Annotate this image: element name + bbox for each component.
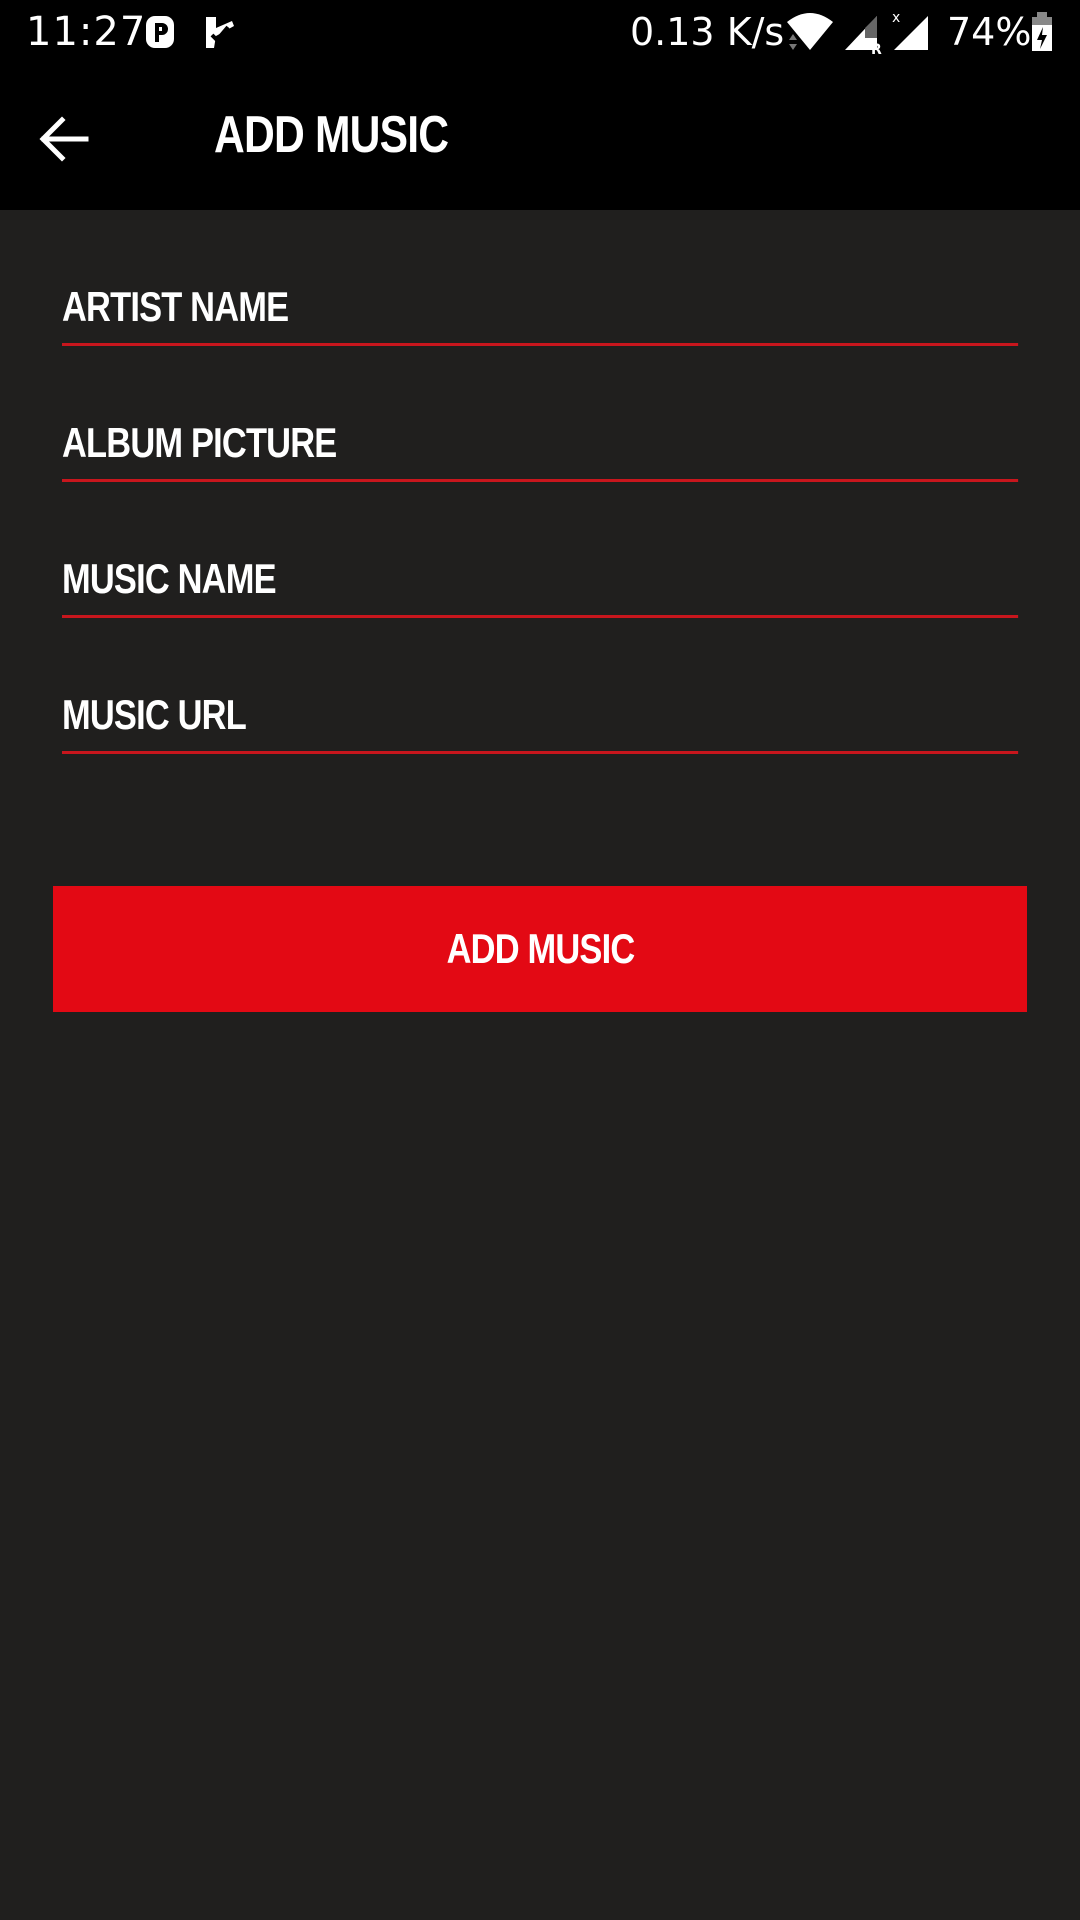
add-music-button[interactable]: ADD MUSIC bbox=[53, 886, 1027, 1012]
music-name-field bbox=[62, 482, 1019, 618]
artist-name-input[interactable] bbox=[62, 270, 1019, 346]
checkmark-app-icon bbox=[206, 17, 234, 48]
battery-percent: 74% bbox=[947, 10, 1032, 54]
parking-app-icon bbox=[146, 16, 174, 48]
album-picture-input[interactable] bbox=[62, 406, 1019, 482]
signal-roaming-icon: R bbox=[845, 16, 882, 54]
signal-no-data-icon: x bbox=[892, 10, 928, 50]
battery-charging-icon bbox=[1032, 12, 1052, 51]
page-title: ADD MUSIC bbox=[214, 106, 449, 164]
svg-text:x: x bbox=[892, 10, 900, 26]
add-music-button-label: ADD MUSIC bbox=[446, 925, 635, 972]
status-time: 11:27 bbox=[26, 9, 147, 55]
wifi-icon bbox=[787, 13, 833, 50]
svg-text:R: R bbox=[871, 42, 882, 54]
music-url-field bbox=[62, 618, 1019, 754]
album-picture-field bbox=[62, 346, 1019, 482]
status-bar: 11:27 0.13 K/s R x 74% bbox=[0, 0, 1080, 64]
music-name-input[interactable] bbox=[62, 542, 1019, 618]
music-url-input[interactable] bbox=[62, 678, 1019, 754]
artist-name-field bbox=[62, 210, 1019, 346]
app-bar: ADD MUSIC bbox=[0, 64, 1080, 210]
add-music-form bbox=[62, 210, 1019, 754]
arrow-left-icon[interactable] bbox=[30, 104, 100, 174]
network-speed: 0.13 K/s bbox=[630, 10, 785, 54]
